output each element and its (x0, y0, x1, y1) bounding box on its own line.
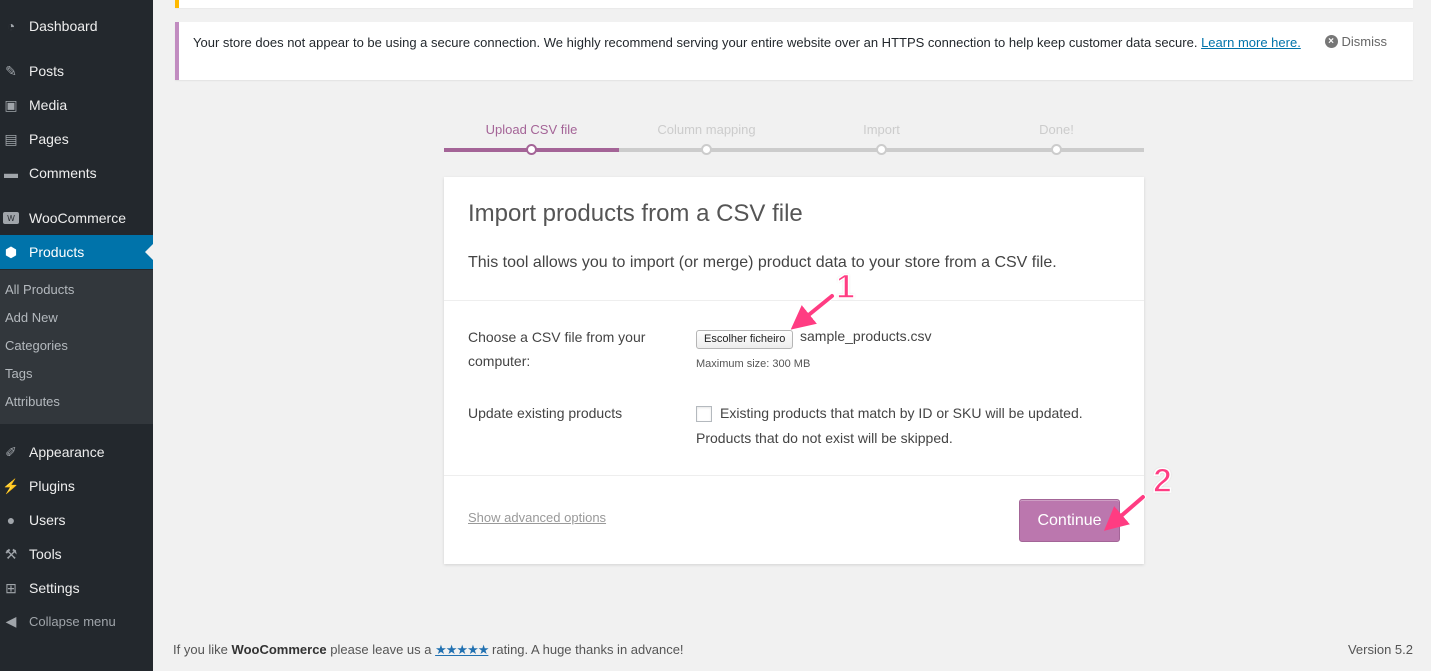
annotation-arrows (790, 293, 1146, 531)
arrow-2 (1103, 495, 1145, 531)
arrow-1 (790, 294, 834, 330)
annotation-number-1: 1 (835, 267, 855, 307)
footer-rating-text: If you like WooCommerce please leave us … (173, 642, 684, 658)
rating-stars-link[interactable]: ★★★★★ (435, 642, 489, 657)
version-label: Version 5.2 (1347, 642, 1413, 657)
footer-prefix: If you like (173, 642, 228, 657)
footer-brand: WooCommerce (231, 642, 327, 657)
footer-suffix: rating. A huge thanks in advance! (492, 642, 684, 657)
annotation-number-2: 2 (1152, 461, 1172, 501)
footer-mid: please leave us a (330, 642, 432, 657)
